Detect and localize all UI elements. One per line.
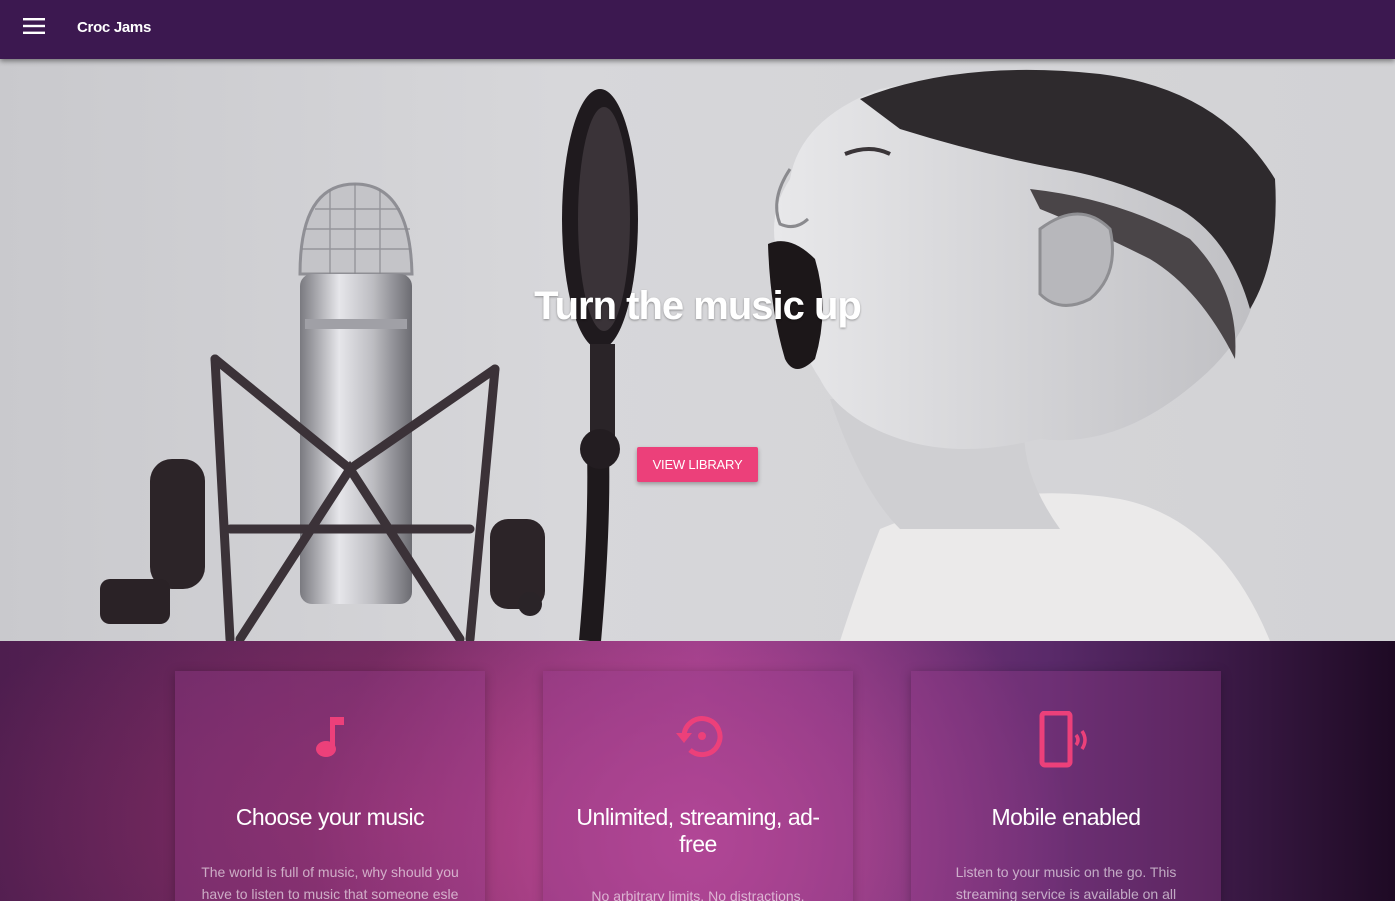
restore-icon <box>676 716 723 758</box>
menu-button[interactable] <box>20 13 50 39</box>
mobile-vibrate-icon <box>1039 711 1087 768</box>
feature-description: The world is full of music, why should y… <box>201 864 459 901</box>
app-title: Croc Jams <box>77 19 152 36</box>
music-note-icon <box>316 717 344 757</box>
hero-section: Turn the music up VIEW LIBRARY <box>0 59 1395 641</box>
feature-card-mobile: Mobile enabled Listen to your music on t… <box>911 671 1221 901</box>
feature-description: Listen to your music on the go. This str… <box>955 864 1177 901</box>
hero-image <box>100 69 1276 641</box>
features-section: Choose your music The world is full of m… <box>0 641 1395 901</box>
feature-title: Choose your music <box>235 804 425 830</box>
feature-card-choose-music: Choose your music The world is full of m… <box>175 671 485 901</box>
feature-title: Unlimited, streaming, ad-free <box>576 804 820 857</box>
hamburger-menu-icon <box>23 18 45 34</box>
feature-description: No arbitrary limits. No distractions. <box>591 888 805 901</box>
feature-card-unlimited: Unlimited, streaming, ad-free No arbitra… <box>543 671 853 901</box>
app-header: Croc Jams <box>0 0 1395 59</box>
feature-title: Mobile enabled <box>991 804 1141 830</box>
view-library-button[interactable]: VIEW LIBRARY <box>637 447 758 482</box>
hero-title: Turn the music up <box>534 284 862 328</box>
